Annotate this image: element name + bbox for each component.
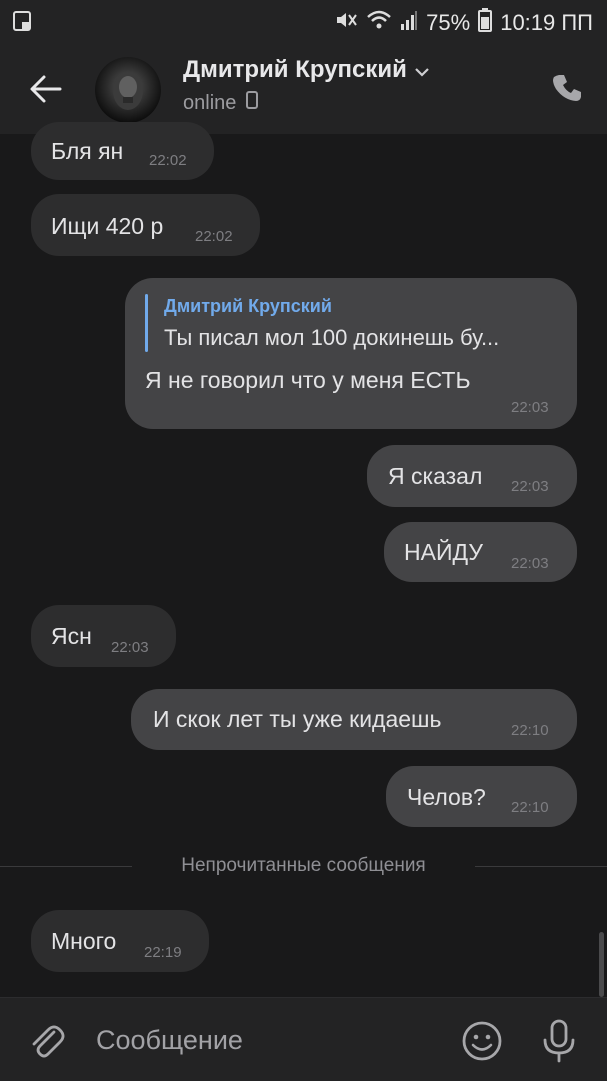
message-text: И скок лет ты уже кидаешь xyxy=(153,706,442,732)
message-text: Челов? xyxy=(407,784,486,810)
signal-icon xyxy=(400,9,418,37)
status-icons: 75% 10:19 ПП xyxy=(334,8,593,38)
message-time: 22:02 xyxy=(149,152,187,169)
message-text: Бля ян xyxy=(51,138,124,164)
online-status: online xyxy=(183,91,259,115)
message-text: Я не говорил что у меня ЕСТЬ xyxy=(145,367,471,393)
message-outgoing[interactable]: Челов? 22:10 xyxy=(386,766,577,827)
screenshot-notification-icon xyxy=(12,10,34,37)
message-text: НАЙДУ xyxy=(404,539,483,565)
unread-divider: Непрочитанные сообщения xyxy=(181,855,426,876)
chevron-down-icon xyxy=(415,56,429,84)
microphone-icon[interactable] xyxy=(541,1018,577,1064)
message-text: Много xyxy=(51,928,117,954)
clock: 10:19 ПП xyxy=(500,10,593,35)
message-time: 22:03 xyxy=(511,478,549,495)
message-time: 22:02 xyxy=(195,228,233,245)
message-time: 22:10 xyxy=(511,722,549,739)
message-time: 22:19 xyxy=(144,944,182,961)
message-time: 22:03 xyxy=(511,399,549,416)
message-incoming[interactable]: Много 22:19 xyxy=(31,910,209,972)
back-arrow-icon[interactable] xyxy=(28,71,64,107)
contact-name[interactable]: Дмитрий Крупский xyxy=(183,56,429,84)
scrollbar[interactable] xyxy=(599,932,604,997)
message-outgoing[interactable]: Я сказал 22:03 xyxy=(367,445,577,507)
mobile-device-icon xyxy=(246,91,259,115)
online-status-text: online xyxy=(183,91,237,114)
message-time: 22:10 xyxy=(511,799,549,816)
message-text: Ищи 420 р xyxy=(51,213,164,239)
wifi-icon xyxy=(366,9,392,37)
avatar[interactable] xyxy=(95,57,161,123)
reply-accent-bar xyxy=(145,294,148,352)
message-text: Ясн xyxy=(51,623,92,649)
message-incoming[interactable]: Ясн 22:03 xyxy=(31,605,176,667)
message-outgoing[interactable]: НАЙДУ 22:03 xyxy=(384,522,577,582)
message-text: Я сказал xyxy=(388,463,483,489)
message-outgoing[interactable]: И скок лет ты уже кидаешь 22:10 xyxy=(131,689,577,750)
message-incoming[interactable]: Бля ян 22:02 xyxy=(31,122,214,180)
paperclip-icon[interactable] xyxy=(26,1020,66,1060)
battery-percent: 75% xyxy=(426,10,471,35)
message-composer: Сообщение xyxy=(0,997,607,1081)
contact-name-text: Дмитрий Крупский xyxy=(183,56,407,83)
mute-icon xyxy=(334,9,358,37)
message-time: 22:03 xyxy=(511,555,549,572)
message-incoming[interactable]: Ищи 420 р 22:02 xyxy=(31,194,260,256)
status-bar: 75% 10:19 ПП xyxy=(0,0,607,44)
reply-text: Ты писал мол 100 докинешь бу... xyxy=(164,325,500,350)
message-time: 22:03 xyxy=(111,639,149,656)
message-outgoing-reply[interactable]: Дмитрий Крупский Ты писал мол 100 докине… xyxy=(125,278,577,429)
chat-header: Дмитрий Крупский online xyxy=(0,44,607,134)
phone-icon[interactable] xyxy=(552,72,584,104)
message-input[interactable]: Сообщение xyxy=(96,1025,243,1056)
emoji-icon[interactable] xyxy=(461,1020,503,1062)
battery-icon xyxy=(478,8,493,38)
reply-author: Дмитрий Крупский xyxy=(164,296,332,316)
